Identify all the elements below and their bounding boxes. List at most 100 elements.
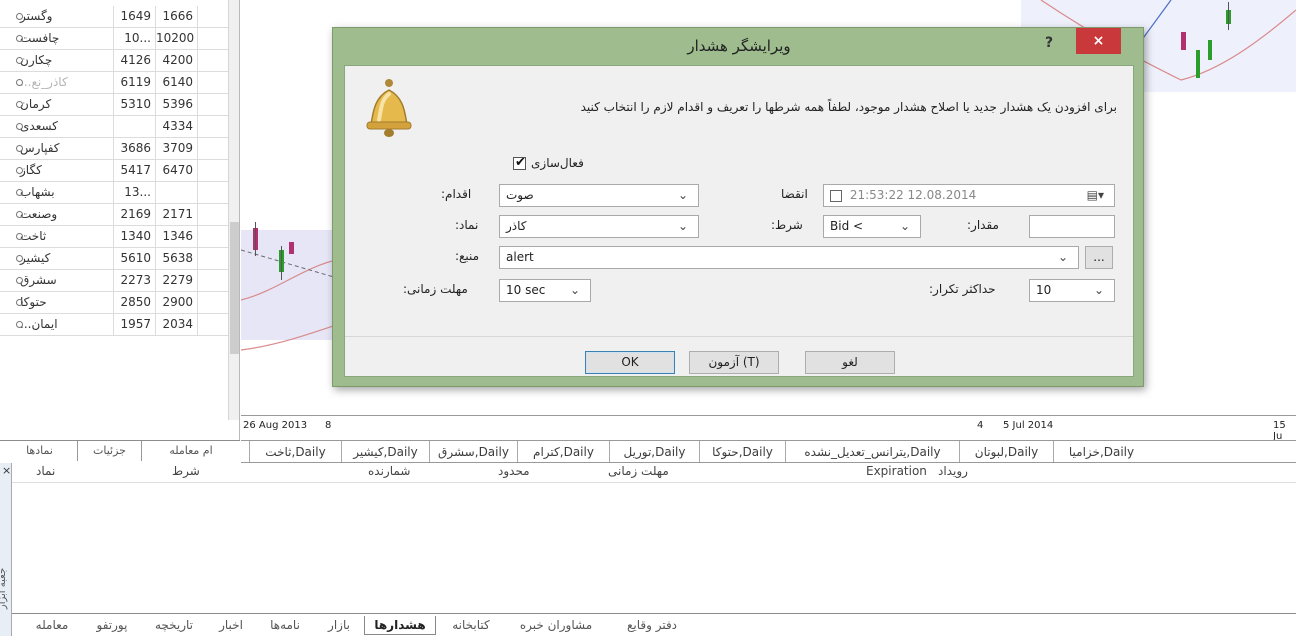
- column-header[interactable]: محدود: [498, 464, 530, 478]
- bell-icon: [366, 79, 412, 137]
- chart-tab[interactable]: کترام,Daily: [517, 441, 609, 462]
- tab-journal[interactable]: دفتر وقایع: [608, 616, 696, 635]
- condition-value: Bid <: [830, 219, 864, 233]
- market-watch-row[interactable]: کگاز 5417 6470: [0, 160, 228, 182]
- column-header[interactable]: مهلت زمانی: [608, 464, 669, 478]
- action-select[interactable]: صوت ⌄: [499, 184, 699, 207]
- condition-select[interactable]: Bid < ⌄: [823, 215, 921, 238]
- symbol-name: کسعدی: [0, 116, 114, 137]
- tab-market[interactable]: بازار: [316, 616, 362, 635]
- tab-details[interactable]: جزئیات: [78, 441, 142, 461]
- chevron-down-icon: ⌄: [569, 283, 580, 297]
- symbol-text: چکارن: [20, 53, 53, 67]
- ask-value: 4334: [156, 116, 198, 137]
- tab-portfolio[interactable]: پورتفو: [84, 616, 140, 635]
- market-watch-row[interactable]: بشهاب 13...: [0, 182, 228, 204]
- timeout-select[interactable]: 10 sec ⌄: [499, 279, 591, 302]
- market-watch-row[interactable]: کیشیر 5610 5638: [0, 248, 228, 270]
- enable-checkbox[interactable]: ✔: [513, 155, 526, 170]
- market-watch-row[interactable]: کفپارس 3686 3709: [0, 138, 228, 160]
- ask-value: 1346: [156, 226, 198, 247]
- symbol-name: کفپارس: [0, 138, 114, 159]
- alerts-header-row: نماد شرط شمارنده محدود مهلت زمانی Expira…: [12, 463, 1296, 483]
- symbol-name: چکارن: [0, 50, 114, 71]
- amount-label: :مقدار: [967, 218, 999, 232]
- tab-alerts[interactable]: هشدارها: [364, 616, 436, 635]
- symbol-text: کگاز: [20, 163, 42, 177]
- market-watch-row[interactable]: کسعدی 4334: [0, 116, 228, 138]
- checkmark-icon: ✔: [515, 155, 526, 170]
- tab-mailbox[interactable]: نامه‌ها: [256, 616, 314, 635]
- tab-news[interactable]: اخبار: [208, 616, 254, 635]
- market-watch-row[interactable]: حتوکا 2850 2900: [0, 292, 228, 314]
- browse-button[interactable]: ...: [1085, 246, 1113, 269]
- chart-tab[interactable]: لبوتان,Daily: [959, 441, 1053, 462]
- axis-label: 4: [977, 420, 984, 431]
- symbol-select[interactable]: کاذر ⌄: [499, 215, 699, 238]
- source-select[interactable]: alert ⌄: [499, 246, 1079, 269]
- tab-library[interactable]: کتابخانه: [438, 616, 504, 635]
- chart-tab[interactable]: کیشیر,Daily: [341, 441, 429, 462]
- ask-value: 2171: [156, 204, 198, 225]
- cancel-button[interactable]: لغو: [805, 351, 895, 374]
- bid-value: 1649: [114, 6, 156, 27]
- chart-tab[interactable]: سشرق,Daily: [429, 441, 517, 462]
- calendar-icon[interactable]: ▤▾: [1087, 185, 1104, 206]
- timeout-value: 10 sec: [506, 283, 546, 297]
- market-watch-row[interactable]: کرمان 5310 5396: [0, 94, 228, 116]
- bid-value: [114, 116, 156, 137]
- market-watch-row[interactable]: چکارن 4126 4200: [0, 50, 228, 72]
- status-dot-icon: [16, 321, 23, 328]
- tab-trade[interactable]: معامله: [22, 616, 82, 635]
- market-watch-scrollbar[interactable]: [228, 0, 239, 420]
- column-header[interactable]: رویداد: [938, 464, 968, 478]
- chevron-down-icon: ⌄: [1057, 250, 1068, 264]
- market-watch-row[interactable]: کاذر_نع... 6119 6140: [0, 72, 228, 94]
- symbol-text: ثاخت: [20, 229, 47, 243]
- ask-value: 6140: [156, 72, 198, 93]
- axis-label: 15 Ju: [1273, 420, 1286, 442]
- market-watch-row[interactable]: وصنعت 2169 2171: [0, 204, 228, 226]
- column-header[interactable]: Expiration: [866, 464, 927, 478]
- market-watch-row[interactable]: ایمان... 1957 2034: [0, 314, 228, 336]
- chart-tab[interactable]: حتوکا,Daily: [699, 441, 785, 462]
- amount-input[interactable]: [1029, 215, 1115, 238]
- chart-tab[interactable]: خزامیا,Daily: [1053, 441, 1149, 462]
- close-icon[interactable]: ×: [2, 464, 11, 477]
- market-watch-row[interactable]: سشرق 2273 2279: [0, 270, 228, 292]
- bid-value: 2850: [114, 292, 156, 313]
- market-watch-row[interactable]: وگستر 1649 1666: [0, 6, 228, 28]
- symbol-name: حتوکا: [0, 292, 114, 313]
- scroll-thumb[interactable]: [230, 222, 239, 354]
- tab-history[interactable]: تاریخچه: [142, 616, 206, 635]
- market-watch-tabs: نمادها جزئیات ام معامله: [0, 440, 240, 462]
- dialog-close-button[interactable]: ×: [1076, 28, 1121, 54]
- ask-value: 2279: [156, 270, 198, 291]
- tab-trades[interactable]: ام معامله: [142, 441, 240, 461]
- source-value: alert: [506, 250, 534, 264]
- tab-experts[interactable]: مشاوران خبره: [506, 616, 606, 635]
- symbol-text: کرمان: [20, 97, 52, 111]
- test-button[interactable]: آزمون (T): [689, 351, 779, 374]
- chevron-down-icon: ⌄: [677, 219, 688, 233]
- column-header[interactable]: شمارنده: [368, 464, 410, 478]
- status-dot-icon: [16, 211, 23, 218]
- expiry-datetime[interactable]: 21:53:22 12.08.2014 ▤▾: [823, 184, 1115, 207]
- ask-value: 5396: [156, 94, 198, 115]
- expiry-checkbox[interactable]: [830, 189, 842, 202]
- chevron-down-icon: ⌄: [899, 219, 910, 233]
- market-watch-panel: وگستر 1649 1666 چافست 10... 10200 چکارن 4126 420…: [0, 0, 240, 440]
- tab-symbols[interactable]: نمادها: [2, 441, 78, 461]
- column-header[interactable]: نماد: [36, 464, 55, 478]
- market-watch-row[interactable]: چافست 10... 10200: [0, 28, 228, 50]
- status-dot-icon: [16, 277, 23, 284]
- chart-tab[interactable]: ثاخت,Daily: [249, 441, 341, 462]
- market-watch-row[interactable]: ثاخت 1340 1346: [0, 226, 228, 248]
- chart-tab[interactable]: یترانس_تعدیل_نشده,Daily: [785, 441, 959, 462]
- ok-button[interactable]: OK: [585, 351, 675, 374]
- symbol-name: کگاز: [0, 160, 114, 181]
- help-button[interactable]: ?: [1045, 28, 1053, 64]
- chart-tab[interactable]: توریل,Daily: [609, 441, 699, 462]
- column-header[interactable]: شرط: [172, 464, 200, 478]
- max-repeat-select[interactable]: 10 ⌄: [1029, 279, 1115, 302]
